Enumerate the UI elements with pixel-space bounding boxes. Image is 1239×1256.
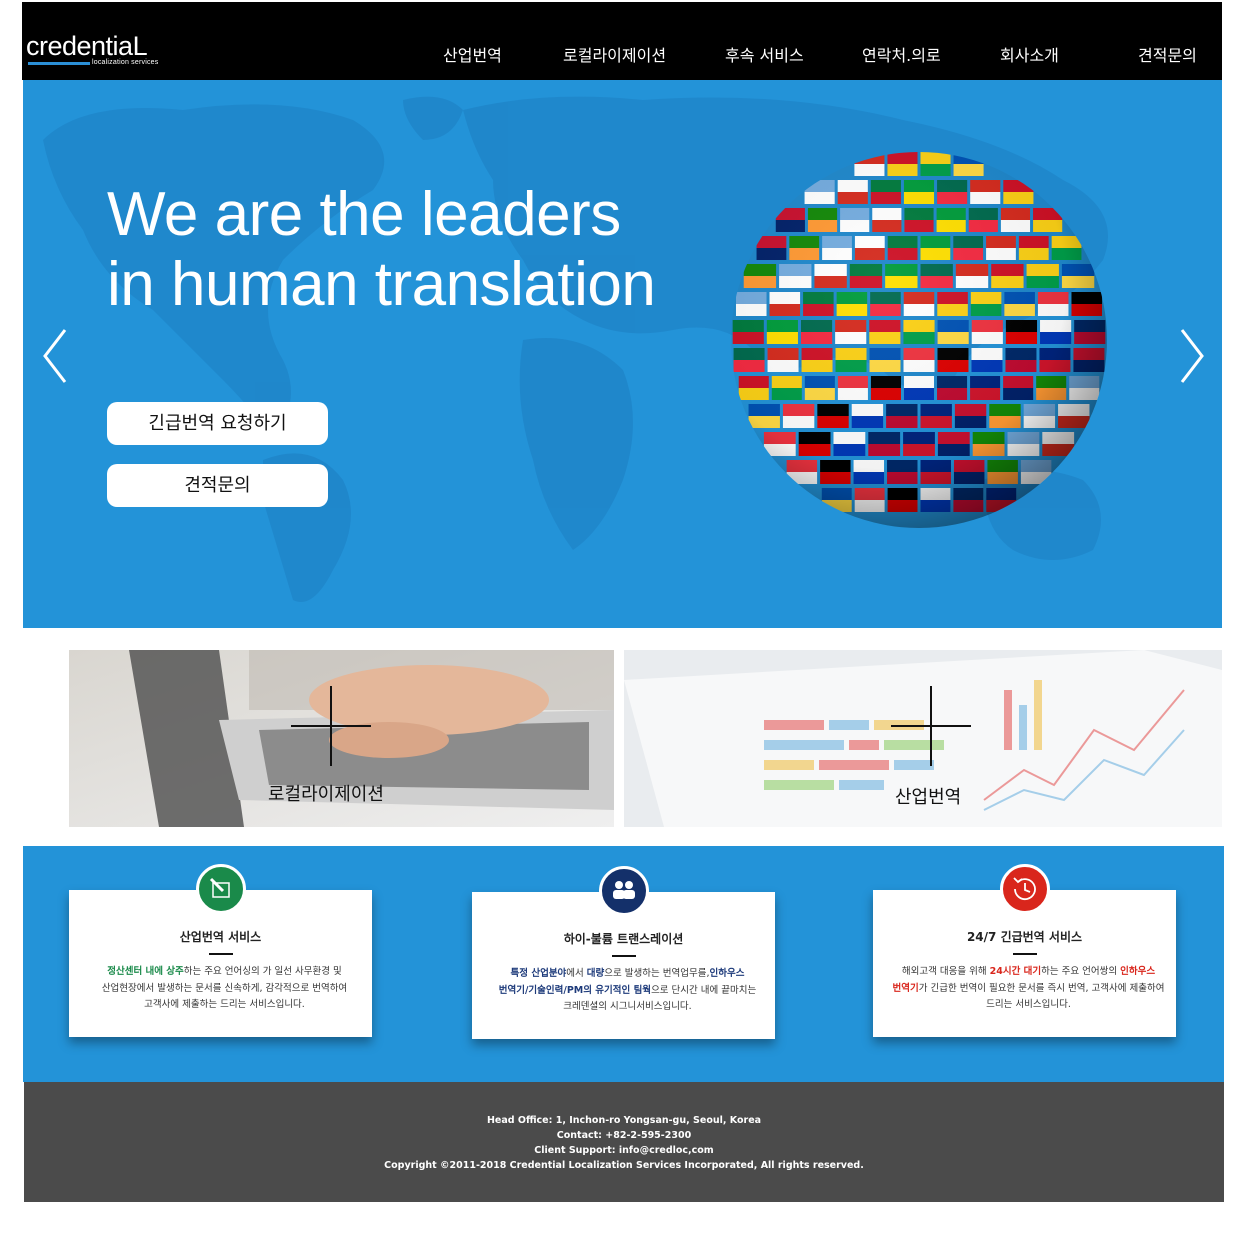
logo-wordmark: credentiaL	[26, 31, 148, 61]
divider	[1012, 953, 1037, 955]
highlight-text: 대량	[586, 968, 605, 979]
body-text: 크레덴셜의 시그니서비스입니다.	[563, 1001, 692, 1012]
footer-contact: Contact: +82-2-595-2300	[556, 1130, 692, 1141]
body-text: 드리는 서비스입니다.	[986, 999, 1071, 1010]
flag-globe-image	[731, 152, 1107, 528]
nav-localization[interactable]: 로컬라이제이션	[563, 42, 666, 66]
service-card-title: 24/7 긴급번역 서비스	[966, 930, 1083, 944]
body-text: 에서	[566, 968, 587, 979]
highlight-text: 24시간 대기	[989, 966, 1042, 977]
plus-icon-horizontal	[291, 725, 371, 727]
service-card-title: 산업번역 서비스	[179, 930, 262, 944]
tile-localization[interactable]: 로컬라이제이션	[69, 650, 614, 827]
body-text: 으로 단시간 내에 끝마치는	[651, 984, 757, 996]
body-text: 가 긴급한 번역이 필요한 문서를 즉시 번역, 고객사에 제출하여	[918, 982, 1165, 994]
site-header: credentiaL localization services 산업번역 로컬…	[22, 2, 1222, 80]
highlight-text: 정산센터 내에 상주	[107, 966, 184, 977]
plus-icon-horizontal	[891, 725, 971, 727]
footer-copyright: Copyright ©2011-2018 Credential Localiza…	[384, 1160, 864, 1171]
highlight-text: 인하우스	[709, 968, 745, 979]
logo[interactable]: credentiaL localization services	[26, 31, 158, 66]
hero-headline-line1: We are the leaders	[107, 180, 621, 249]
logo-tagline: localization services	[92, 59, 159, 66]
body-text: 하는 주요 언어쌍의	[1041, 966, 1121, 977]
hero-headline: We are the leaders in human translation	[107, 180, 656, 320]
service-card-high-volume[interactable]: 하이-불륨 트랜스레이션 특정 산업분야에서 대량으로 발생하는 번역업무를,인…	[472, 866, 775, 1039]
logo-underline	[28, 62, 90, 65]
chevron-right-icon[interactable]	[1176, 326, 1206, 386]
footer-support-email[interactable]: Client Support: info@credloc,com	[24, 1143, 1224, 1158]
tile-industrial-translation-label: 산업번역	[895, 787, 962, 808]
site-footer: Head Office: 1, Inchon-ro Yongsan-gu, Se…	[24, 1082, 1224, 1202]
service-card-urgent[interactable]: 24/7 긴급번역 서비스 해외고객 대응을 위해 24시간 대기하는 주요 언…	[873, 864, 1176, 1037]
nav-industrial-translation[interactable]: 산업번역	[443, 42, 502, 66]
highlight-text: 번역기/기술인력/PM의 유기적인 팀웍	[498, 984, 652, 996]
body-text: 하는 주요 언어싱의 가 일선 사무환경 및	[183, 966, 342, 977]
body-text: 으로 발생하는 번역업무를,	[604, 968, 710, 979]
body-text: 산업현장에서 발생하는 문서를 신속하게, 감각적으로 번역하여	[101, 982, 348, 994]
service-card-description: 정산센터 내에 상주하는 주요 언어싱의 가 일선 사무환경 및 산업현장에서 …	[85, 964, 364, 1014]
quote-request-button[interactable]: 견적문의	[107, 464, 328, 507]
service-card-description: 특정 산업분야에서 대량으로 발생하는 번역업무를,인하우스 번역기/기술인력/…	[488, 966, 767, 1016]
service-card-description: 해외고객 대응을 위해 24시간 대기하는 주요 언어쌍의 인하우스 번역기가 …	[889, 964, 1168, 1014]
clock-history-icon	[999, 864, 1050, 914]
highlight-text: 특정 산업분야	[510, 968, 567, 979]
urgent-translation-button[interactable]: 긴급번역 요청하기	[107, 402, 328, 445]
highlight-text: 번역기	[892, 982, 919, 994]
nav-contact[interactable]: 연락처.의로	[862, 42, 941, 66]
services-section: 산업번역 서비스 정산센터 내에 상주하는 주요 언어싱의 가 일선 사무환경 …	[23, 846, 1224, 1082]
nav-follow-up-service[interactable]: 후속 서비스	[725, 42, 804, 66]
body-text: 고객사에 제출하는 드리는 서비스입니다.	[144, 999, 305, 1010]
service-card-industrial[interactable]: 산업번역 서비스 정산센터 내에 상주하는 주요 언어싱의 가 일선 사무환경 …	[69, 864, 372, 1037]
tile-industrial-translation[interactable]: 산업번역	[624, 650, 1222, 827]
nav-quote[interactable]: 견적문의	[1138, 42, 1197, 66]
divider	[611, 955, 636, 957]
service-card-title: 하이-불륨 트랜스레이션	[563, 932, 684, 946]
body-text: 해외고객 대응을 위해	[901, 966, 990, 977]
chevron-left-icon[interactable]	[41, 326, 71, 386]
hero-headline-line2: in human translation	[107, 250, 656, 319]
edit-icon	[195, 864, 246, 914]
highlight-text: 인하우스	[1120, 966, 1156, 977]
people-icon	[598, 866, 649, 916]
nav-about[interactable]: 회사소개	[1000, 42, 1059, 66]
footer-address: Head Office: 1, Inchon-ro Yongsan-gu, Se…	[486, 1115, 762, 1126]
divider	[208, 953, 233, 955]
tile-localization-label: 로컬라이제이션	[268, 784, 384, 805]
hero-slider: We are the leaders in human translation …	[23, 80, 1222, 628]
